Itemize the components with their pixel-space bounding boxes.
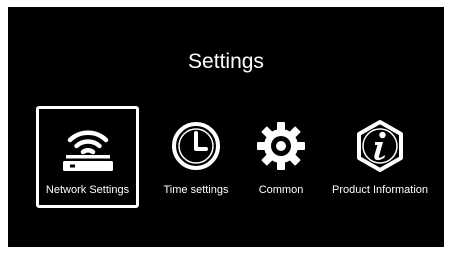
gear-icon [253,118,309,174]
menu-item-common[interactable]: Common [246,106,316,208]
menu-item-network-settings[interactable]: Network Settings [36,106,139,208]
menu-item-time-settings[interactable]: Time settings [156,106,236,208]
clock-icon [168,118,224,174]
menu-item-label: Product Information [332,184,428,196]
menu-item-product-information[interactable]: Product Information [326,106,434,208]
menu-item-label: Time settings [163,184,229,196]
settings-screen: Settings Network Settings Time settings [8,7,444,247]
info-icon [352,118,408,174]
menu-item-label: Network Settings [45,184,130,196]
menu-item-label: Common [258,184,304,196]
wifi-router-icon [60,118,116,174]
page-title: Settings [188,50,264,73]
